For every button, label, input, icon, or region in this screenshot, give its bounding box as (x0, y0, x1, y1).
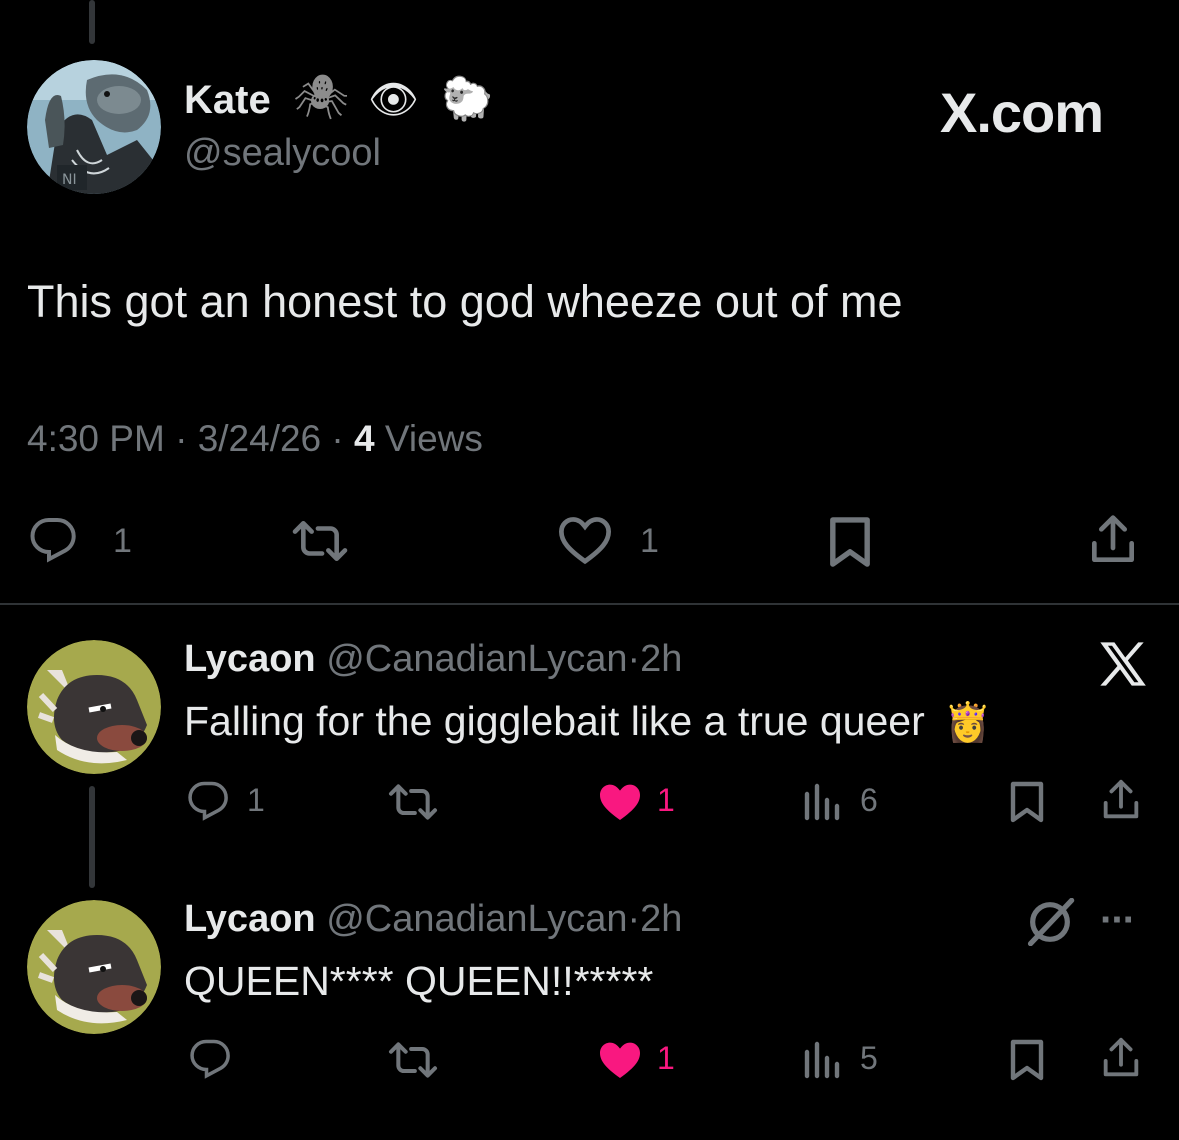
thread-line-middle (89, 786, 95, 888)
repost-icon[interactable] (288, 516, 352, 566)
like-icon-filled[interactable] (596, 780, 644, 824)
spider-emoji: 🕷 (293, 73, 349, 122)
repost-icon[interactable] (385, 780, 441, 824)
header-sep: · (627, 898, 641, 940)
reply-time: 2h (640, 638, 683, 680)
views-icon[interactable] (800, 1040, 842, 1080)
more-icon[interactable]: ··· (1100, 898, 1136, 943)
views-count: 5 (860, 1040, 878, 1076)
thread-line-top (89, 0, 95, 44)
reply-icon[interactable] (28, 516, 78, 564)
bookmark-icon[interactable] (1006, 780, 1048, 824)
author-handle[interactable]: @CanadianLycan (326, 898, 627, 940)
reply-icon[interactable] (188, 1038, 232, 1080)
author-name[interactable]: Kate (184, 78, 271, 123)
reply-icon[interactable] (186, 780, 230, 822)
tweet-meta: 4:30 PM · 3/24/26 · 4 Views (27, 418, 483, 460)
author-handle[interactable]: @sealycool (184, 132, 381, 175)
views-label: Views (384, 418, 483, 459)
like-icon[interactable] (556, 514, 614, 566)
views-count: 4 (354, 418, 375, 459)
author-name[interactable]: Lycaon (184, 898, 316, 940)
slash-circle-icon[interactable] (1024, 898, 1076, 946)
reply-text: Falling for the gigglebait like a true q… (184, 698, 925, 744)
reply-text: QUEEN**** QUEEN!!***** (184, 958, 654, 1004)
bookmark-icon[interactable] (824, 515, 876, 569)
reply-count: 1 (247, 782, 265, 818)
views-count: 6 (860, 782, 878, 818)
princess-emoji: 👸 (944, 702, 992, 744)
meta-sep: · (175, 418, 188, 459)
name-emojis: 🕷 👁 🐑 (293, 72, 513, 132)
author-name[interactable]: Lycaon (184, 638, 316, 680)
share-icon[interactable] (1098, 1036, 1144, 1082)
repost-icon[interactable] (385, 1038, 441, 1082)
reply-count: 1 (113, 522, 132, 560)
author-handle[interactable]: @CanadianLycan (326, 638, 627, 680)
tweet-text: This got an honest to god wheeze out of … (27, 276, 903, 327)
reply-text-line: Falling for the gigglebait like a true q… (184, 698, 991, 745)
share-icon[interactable] (1098, 778, 1144, 824)
svg-text:NI: NI (62, 172, 77, 188)
like-count: 1 (657, 782, 675, 818)
sheep-emoji: 🐑 (441, 75, 494, 122)
reply-header: Lycaon @CanadianLycan·2h (184, 638, 682, 681)
header-sep: · (627, 638, 641, 680)
like-count: 1 (657, 1040, 675, 1076)
site-watermark: X.com (940, 81, 1104, 144)
meta-sep: · (331, 418, 344, 459)
reply-header: Lycaon @CanadianLycan·2h (184, 898, 682, 941)
bookmark-icon[interactable] (1006, 1038, 1048, 1082)
views-icon[interactable] (800, 782, 842, 822)
tweet-time: 4:30 PM (27, 418, 165, 459)
x-logo-icon[interactable] (1096, 640, 1148, 688)
share-icon[interactable] (1085, 513, 1141, 569)
avatar-kate[interactable]: NI (27, 60, 161, 194)
reply-time: 2h (640, 898, 683, 940)
like-icon-filled[interactable] (596, 1038, 644, 1082)
eye-emoji: 👁 (368, 78, 419, 122)
divider (0, 603, 1179, 605)
tweet-date: 3/24/26 (197, 418, 322, 459)
avatar-lycaon[interactable] (27, 640, 161, 774)
like-count: 1 (640, 522, 659, 560)
avatar-lycaon[interactable] (27, 900, 161, 1034)
